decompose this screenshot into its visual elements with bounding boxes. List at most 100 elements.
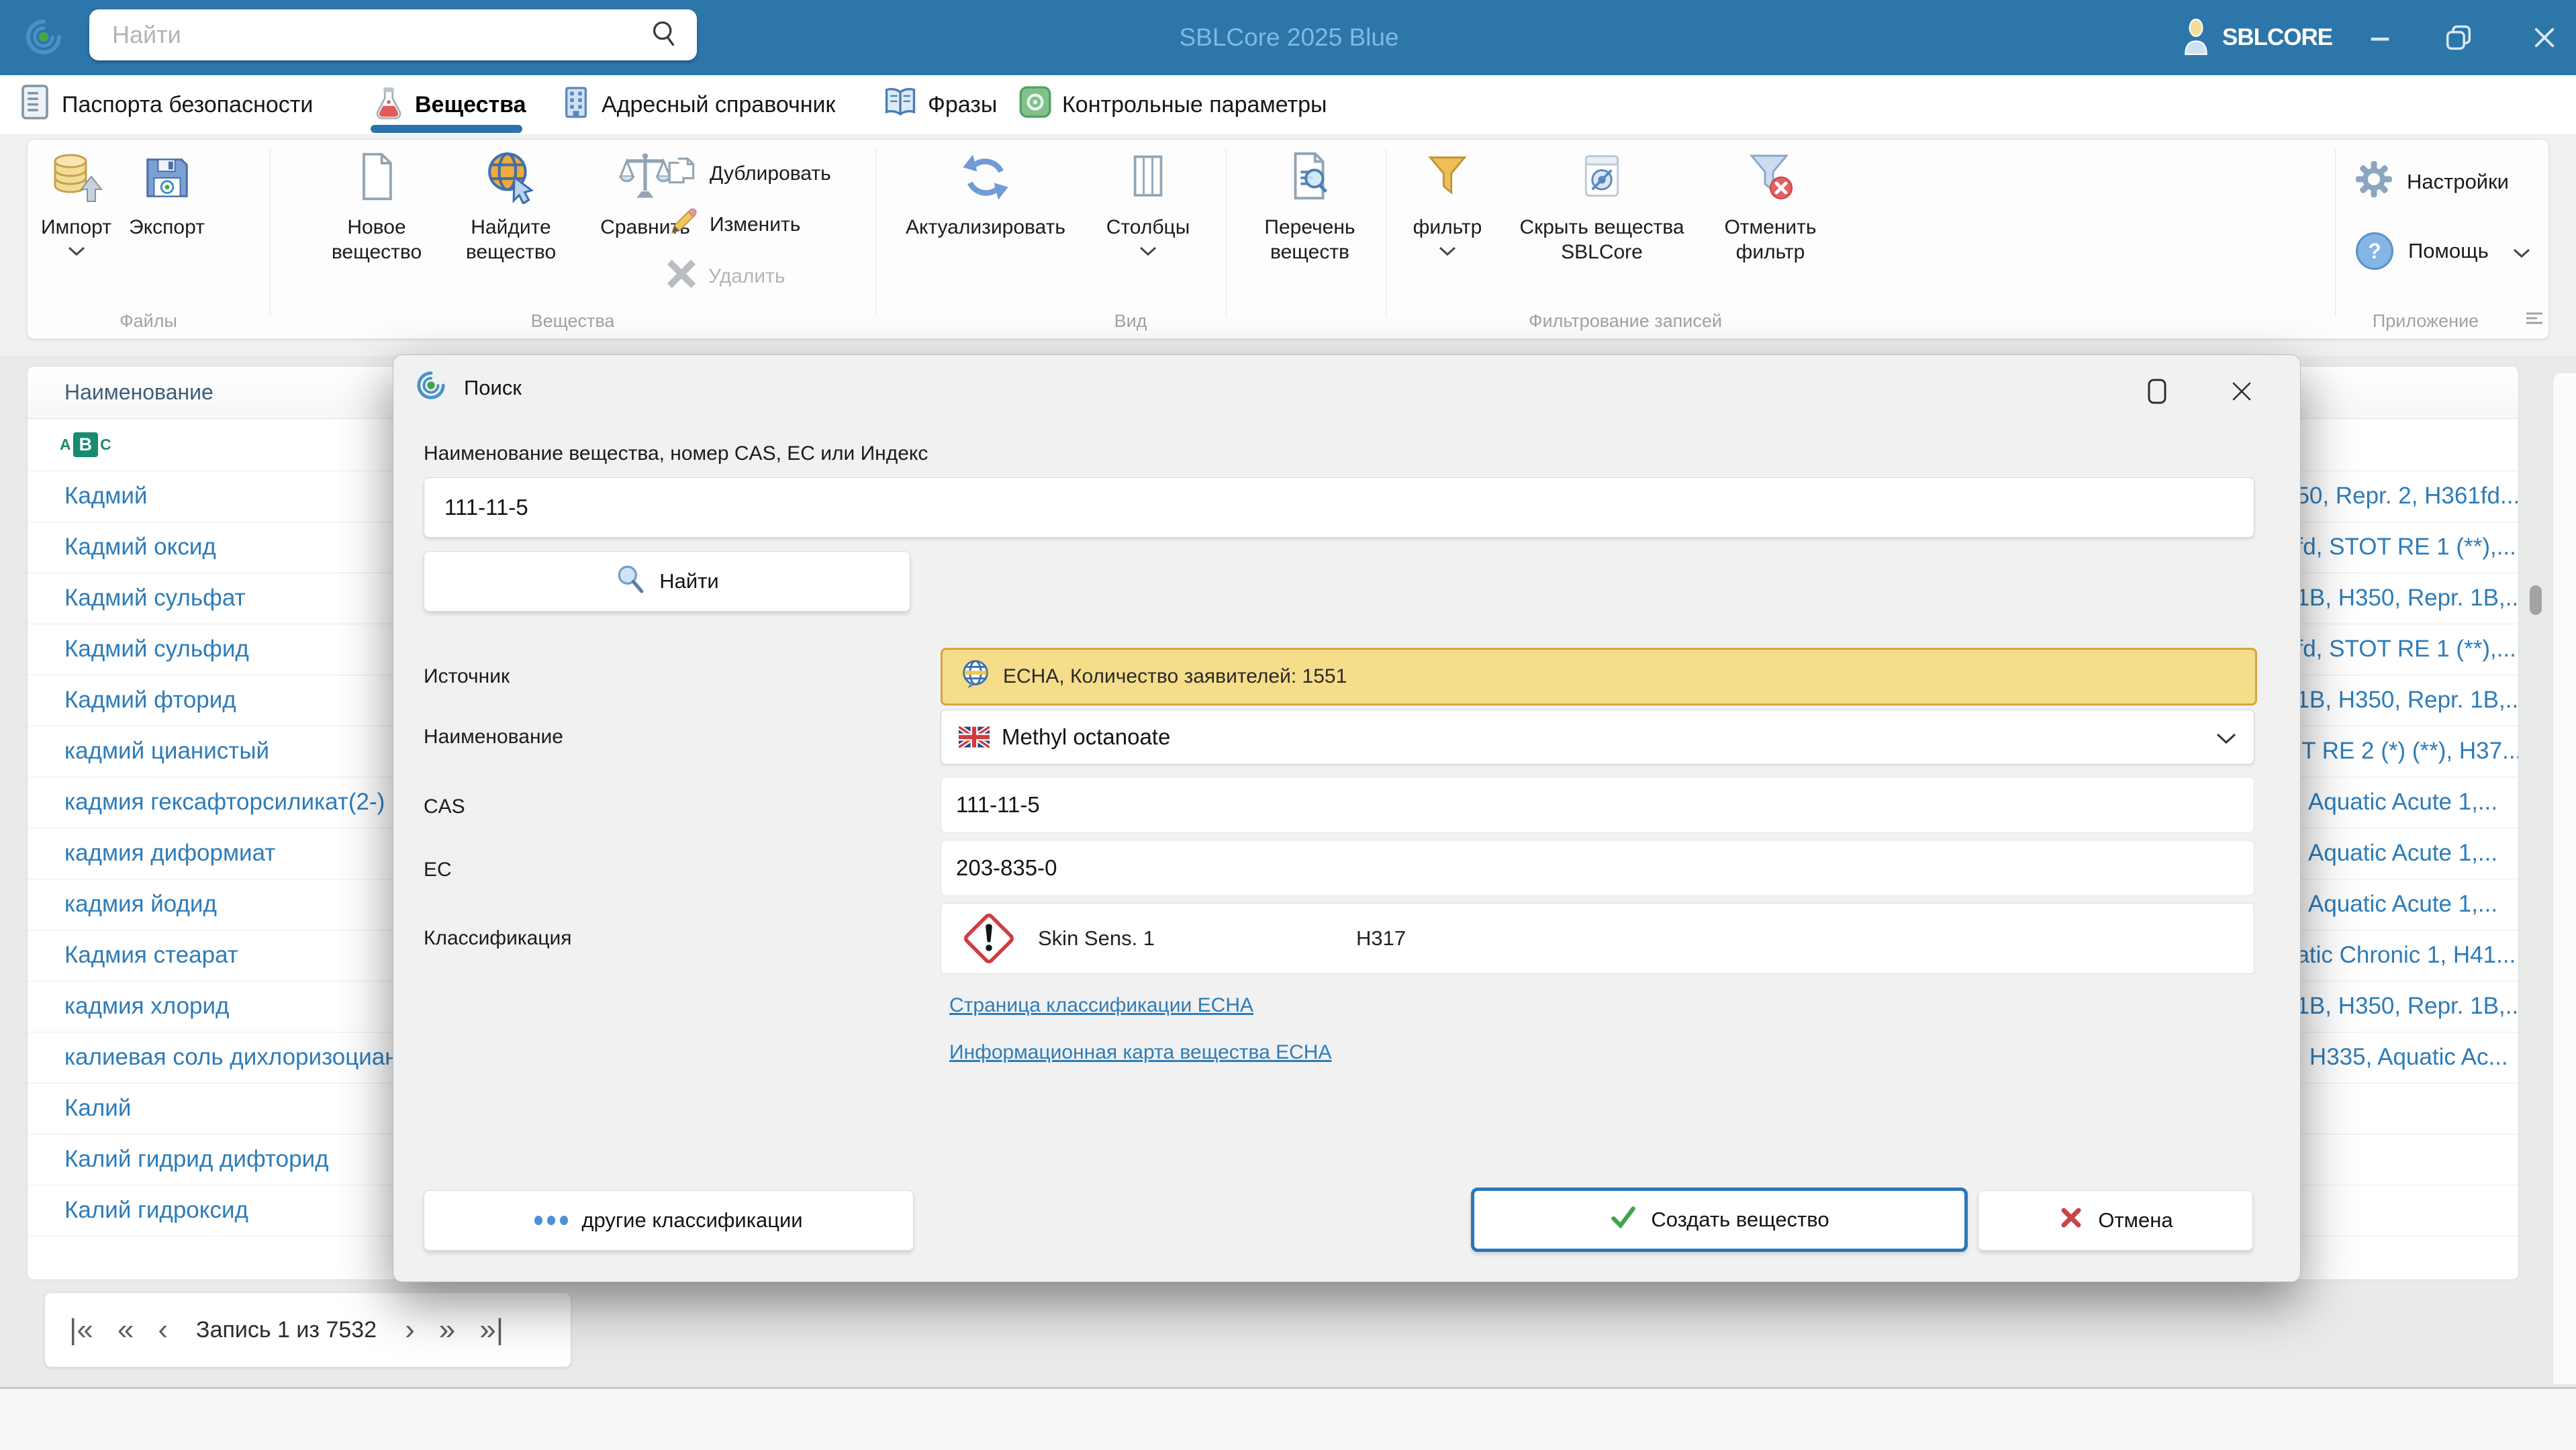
substance-list-button[interactable]: Перечень веществ bbox=[1243, 149, 1377, 264]
ribbon-separator bbox=[1226, 149, 1227, 317]
dialog-close-button[interactable] bbox=[2222, 371, 2262, 412]
dialog-titlebar: Поиск bbox=[416, 370, 522, 406]
document-search-icon bbox=[1284, 149, 1336, 204]
cancel-filter-button[interactable]: Отменить фильтр bbox=[1703, 149, 1838, 264]
refresh-icon bbox=[959, 149, 1012, 204]
create-substance-label: Создать вещество bbox=[1651, 1208, 1829, 1231]
app-window: SBLCore 2025 Blue SBLCORE bbox=[0, 0, 2576, 1450]
account-area[interactable]: SBLCORE bbox=[2182, 0, 2333, 75]
sds-document-icon bbox=[19, 83, 51, 127]
ec-field[interactable]: 203-835-0 bbox=[941, 840, 2254, 896]
refresh-label: Актуализировать bbox=[905, 216, 1066, 238]
global-search[interactable] bbox=[89, 9, 697, 60]
source-result-item[interactable]: ECHA, Количество заявителей: 1551 bbox=[941, 648, 2257, 706]
cancel-button[interactable]: Отмена bbox=[1978, 1190, 2253, 1251]
export-label: Экспорт bbox=[129, 216, 205, 238]
find-button[interactable]: Найти bbox=[424, 551, 910, 612]
globe-search-icon bbox=[483, 149, 538, 204]
settings-button[interactable]: Настройки bbox=[2356, 161, 2509, 203]
cas-field[interactable]: 111-11-5 bbox=[941, 777, 2254, 833]
next-page-icon[interactable]: › bbox=[405, 1315, 415, 1345]
columns-button[interactable]: Столбцы bbox=[1094, 149, 1202, 259]
window-title: SBLCore 2025 Blue bbox=[1179, 23, 1399, 51]
global-search-input[interactable] bbox=[111, 20, 650, 50]
name-label: Наименование bbox=[424, 726, 563, 748]
previous-page-icon[interactable]: ‹ bbox=[158, 1315, 168, 1345]
control-parameters-icon bbox=[1019, 86, 1051, 124]
tab-control-parameters[interactable]: Контрольные параметры bbox=[1019, 81, 1327, 129]
uk-flag-icon bbox=[959, 726, 990, 748]
main-tabbar: Паспорта безопасности Вещества Адресный … bbox=[0, 75, 2576, 134]
new-document-icon bbox=[351, 149, 402, 204]
edit-button[interactable]: Изменить bbox=[665, 205, 800, 244]
import-button[interactable]: Импорт bbox=[31, 149, 122, 259]
ribbon-separator bbox=[2335, 149, 2336, 317]
tab-label: Адресный справочник bbox=[602, 91, 836, 117]
substance-list-label: Перечень веществ bbox=[1264, 216, 1355, 263]
search-query-field[interactable] bbox=[424, 477, 2254, 538]
refresh-button[interactable]: Актуализировать bbox=[905, 149, 1066, 240]
dialog-title: Поиск bbox=[464, 376, 522, 399]
last-page-icon[interactable]: »| bbox=[479, 1315, 504, 1345]
tab-label: Контрольные параметры bbox=[1062, 91, 1327, 117]
classification-code: H317 bbox=[1356, 926, 1406, 950]
check-icon bbox=[1609, 1203, 1637, 1237]
funnel-cancel-icon bbox=[1744, 149, 1797, 204]
import-label: Импорт bbox=[41, 216, 111, 238]
ribbon-separator bbox=[875, 149, 876, 317]
record-pager: |« « ‹ Запись 1 из 7532 › » »| bbox=[44, 1292, 571, 1367]
name-dropdown[interactable]: Methyl octanoate bbox=[941, 710, 2254, 765]
tab-substances[interactable]: Вещества bbox=[373, 81, 526, 129]
close-button[interactable] bbox=[2524, 17, 2565, 58]
hide-sblcore-substances-button[interactable]: Скрыть вещества SBLCore bbox=[1501, 149, 1703, 264]
export-button[interactable]: Экспорт bbox=[122, 149, 212, 240]
app-logo-icon bbox=[24, 17, 63, 60]
first-page-icon[interactable]: |« bbox=[69, 1315, 93, 1345]
cas-label: CAS bbox=[424, 795, 465, 818]
account-name: SBLCORE bbox=[2222, 24, 2333, 50]
duplicate-icon bbox=[665, 154, 699, 193]
delete-button[interactable]: Удалить bbox=[665, 258, 785, 295]
cas-value: 111-11-5 bbox=[956, 792, 1040, 817]
minimize-button[interactable] bbox=[2360, 17, 2400, 58]
hidden-eye-icon bbox=[1576, 149, 1627, 204]
fast-backward-icon[interactable]: « bbox=[117, 1315, 134, 1345]
book-icon bbox=[884, 85, 917, 125]
vertical-scrollbar-thumb[interactable] bbox=[2530, 585, 2542, 615]
group-label-view: Вид bbox=[1114, 311, 1147, 331]
funnel-icon bbox=[1422, 149, 1473, 204]
restore-button[interactable] bbox=[2438, 17, 2479, 58]
columns-icon bbox=[1123, 149, 1173, 204]
find-substance-button[interactable]: Найдите вещество bbox=[444, 149, 578, 264]
dialog-maximize-button[interactable] bbox=[2137, 371, 2177, 412]
echa-classification-link[interactable]: Страница классификации ECHA bbox=[949, 994, 1253, 1017]
new-substance-button[interactable]: Новое вещество bbox=[309, 149, 444, 264]
chevron-down-icon bbox=[68, 246, 85, 259]
search-icon[interactable] bbox=[650, 19, 679, 52]
group-label-substances: Вещества bbox=[530, 311, 615, 331]
filter-label: фильтр bbox=[1413, 216, 1482, 238]
chevron-down-icon[interactable] bbox=[2216, 724, 2236, 750]
pencil-icon bbox=[665, 205, 699, 244]
tab-safety-data-sheets[interactable]: Паспорта безопасности bbox=[19, 81, 313, 129]
floppy-export-icon bbox=[141, 149, 193, 204]
search-query-input[interactable] bbox=[443, 494, 2235, 521]
tab-address-book[interactable]: Адресный справочник bbox=[561, 81, 835, 129]
group-options-icon[interactable] bbox=[2525, 311, 2544, 329]
ribbon-separator bbox=[270, 149, 271, 317]
echa-infocard-link[interactable]: Информационная карта вещества ECHA bbox=[949, 1041, 1331, 1064]
filter-button[interactable]: фильтр bbox=[1400, 149, 1494, 259]
new-substance-label: Новое вещество bbox=[331, 216, 422, 263]
fast-forward-icon[interactable]: » bbox=[439, 1315, 455, 1345]
tab-phrases[interactable]: Фразы bbox=[884, 81, 997, 129]
delete-x-icon bbox=[665, 258, 698, 295]
help-label: Помощь bbox=[2408, 239, 2489, 262]
other-classifications-button[interactable]: другие классификации bbox=[424, 1190, 914, 1251]
cancel-x-icon bbox=[2058, 1204, 2085, 1237]
window-bottom-strip bbox=[0, 1387, 2576, 1450]
building-icon bbox=[561, 84, 591, 126]
duplicate-button[interactable]: Дублировать bbox=[665, 154, 831, 193]
cancel-filter-label: Отменить фильтр bbox=[1724, 216, 1817, 263]
help-button[interactable]: ? Помощь bbox=[2356, 232, 2530, 270]
create-substance-button[interactable]: Создать вещество bbox=[1471, 1188, 1968, 1252]
